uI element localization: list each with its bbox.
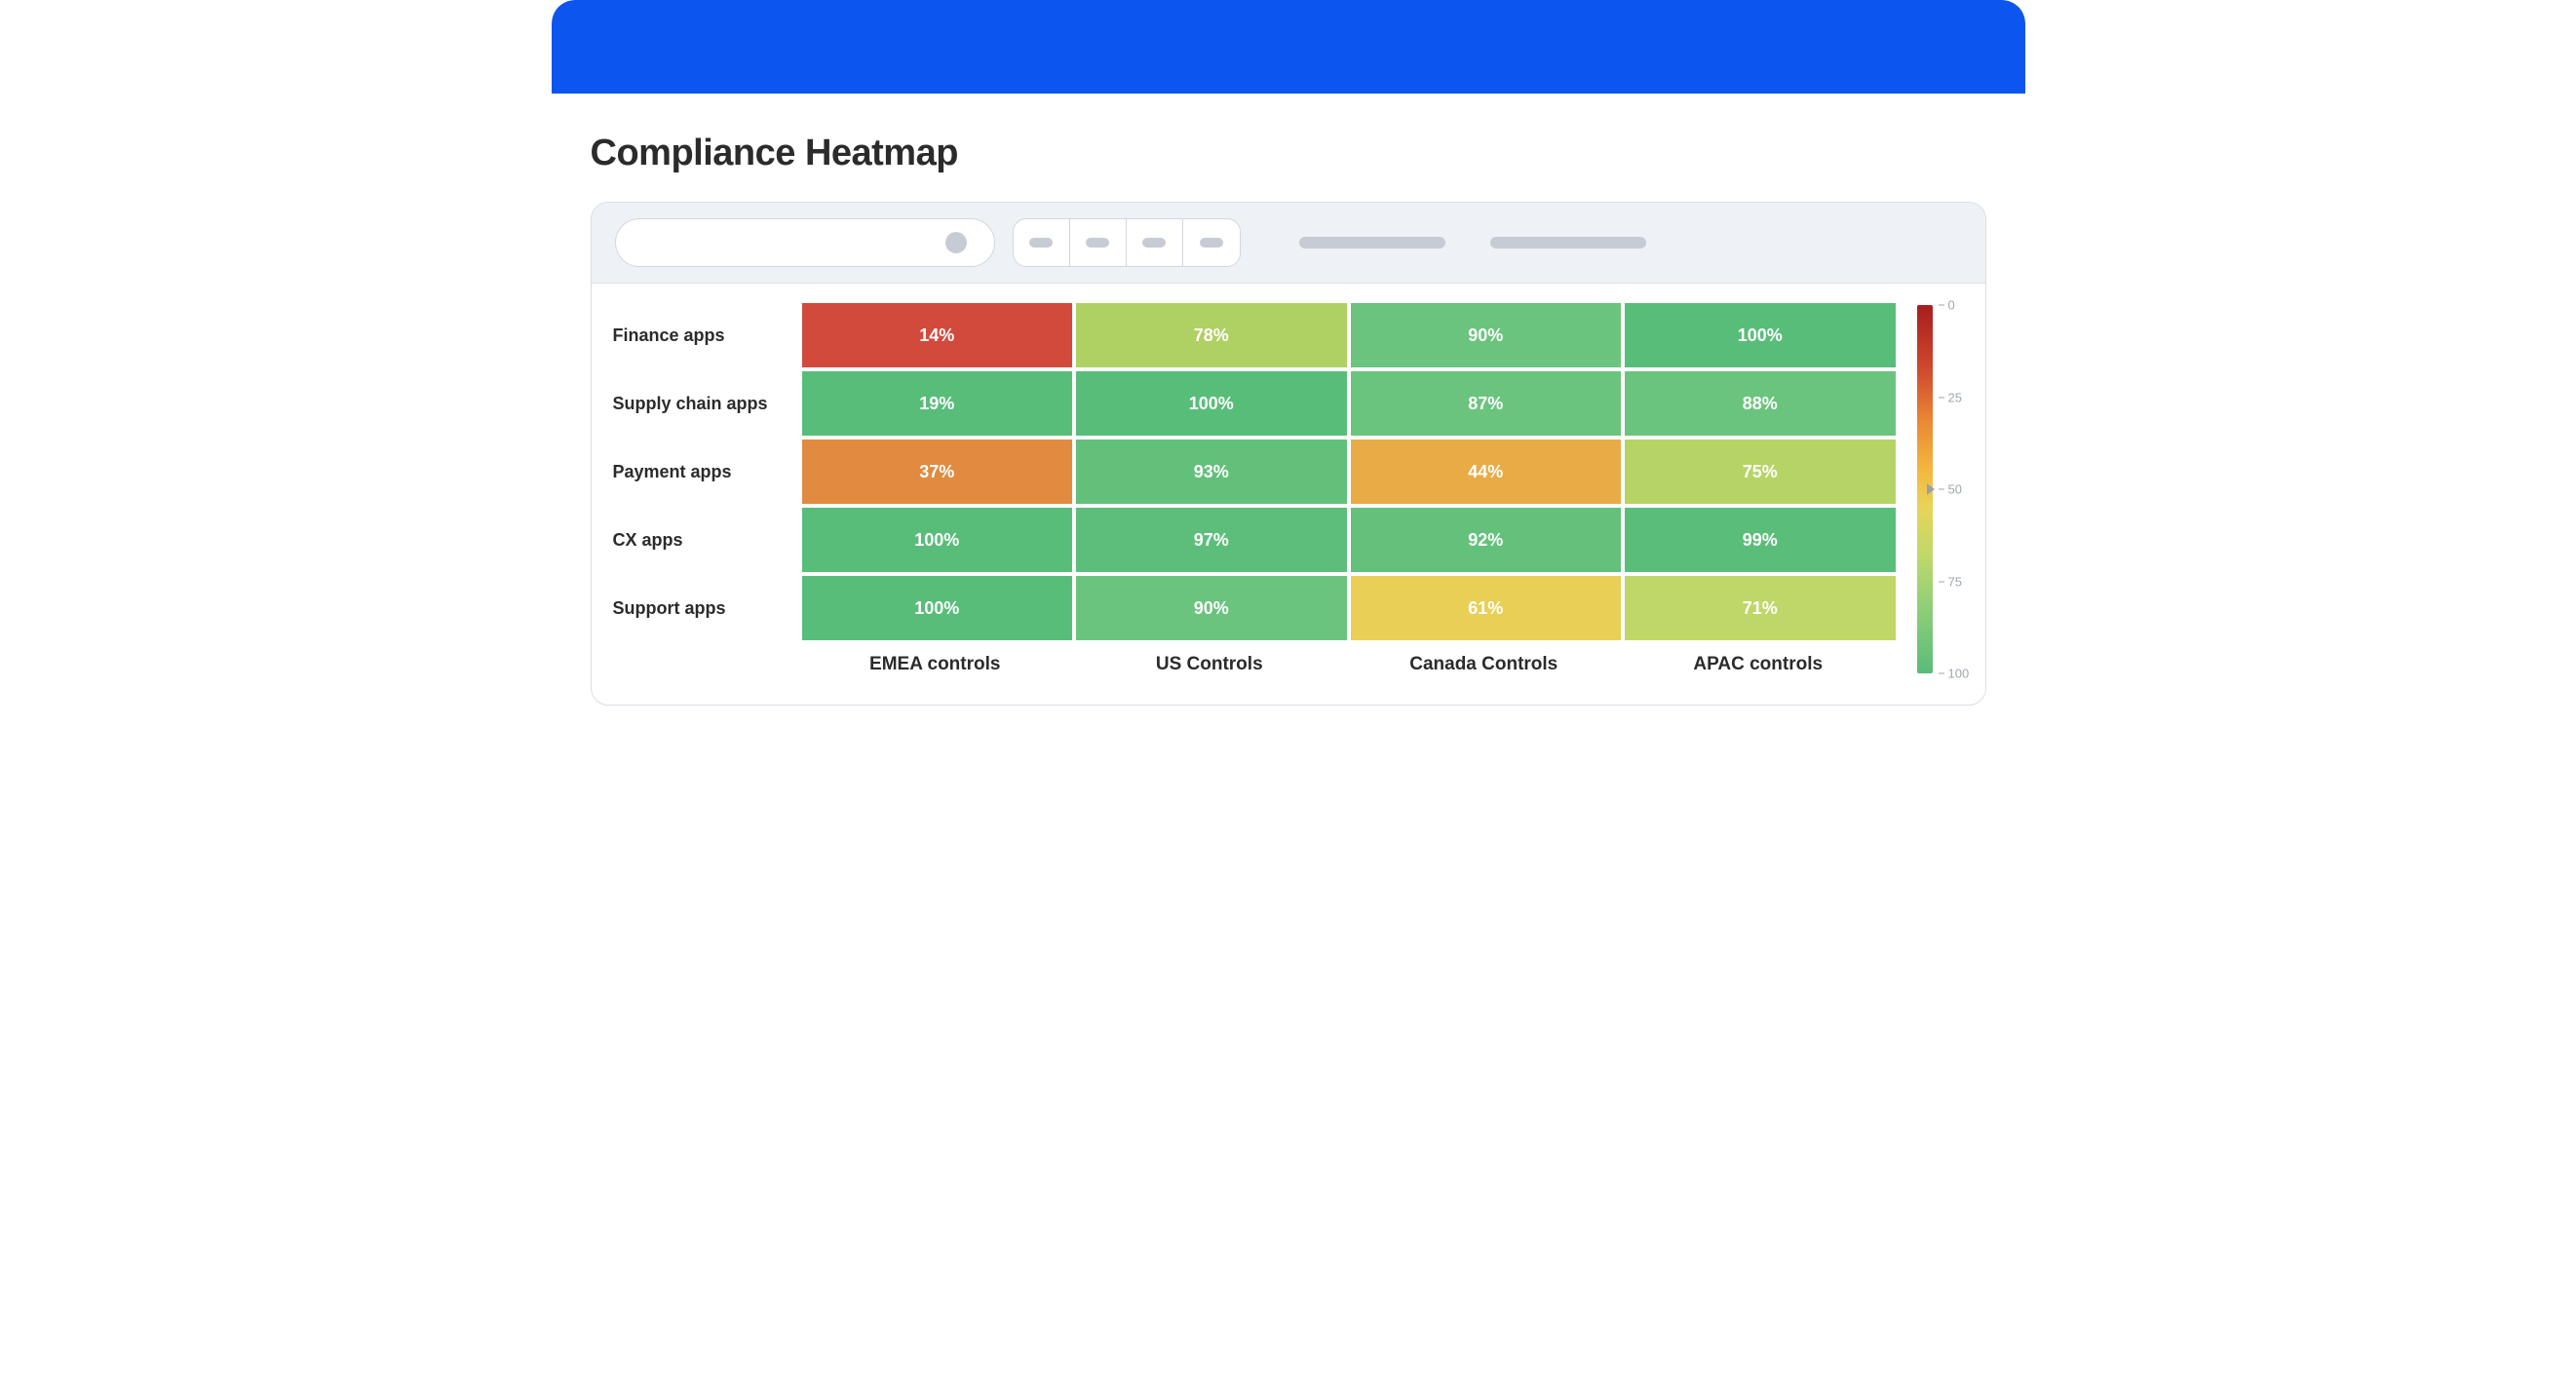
placeholder-icon [1142,238,1166,248]
legend-ticks: 0255075100 [1939,305,1964,673]
heatmap-cell[interactable]: 100% [802,508,1073,572]
view-toggle-4[interactable] [1183,219,1240,266]
heatmap-cell[interactable]: 100% [1076,371,1347,436]
toolbar-placeholder [1299,237,1445,249]
heatmap-cell[interactable]: 93% [1076,440,1347,504]
heatmap-cell[interactable]: 14% [802,303,1073,367]
placeholder-icon [1200,238,1223,248]
heatmap-cell[interactable]: 100% [802,576,1073,640]
heatmap-cell[interactable]: 44% [1351,440,1622,504]
heatmap-column-label: EMEA controls [798,654,1073,675]
heatmap-cell[interactable]: 78% [1076,303,1347,367]
heatmap-cell[interactable]: 90% [1076,576,1347,640]
heatmap-column-label: Canada Controls [1347,654,1622,675]
heatmap-row-label: Payment apps [613,440,798,504]
heatmap-cell[interactable]: 19% [802,371,1073,436]
heatmap-cell[interactable]: 87% [1351,371,1622,436]
view-toggle-group [1013,218,1241,267]
page-container: Compliance Heatmap Finance apps14%78%90%… [552,0,2025,735]
heatmap-row-label: Finance apps [613,303,798,367]
placeholder-icon [1086,238,1109,248]
legend-tick: 75 [1939,574,1962,589]
legend-tick: 50 [1939,482,1962,497]
top-banner [552,0,2025,94]
heatmap-card: Finance apps14%78%90%100%Supply chain ap… [591,202,1986,706]
view-toggle-1[interactable] [1014,219,1070,266]
view-toggle-3[interactable] [1127,219,1183,266]
heatmap-column-label: APAC controls [1621,654,1896,675]
heatmap-cell[interactable]: 100% [1625,303,1896,367]
legend-pointer-icon [1927,483,1935,495]
heatmap-row-label: Supply chain apps [613,371,798,436]
heatmap-column-label: US Controls [1072,654,1347,675]
heatmap-wrap: Finance apps14%78%90%100%Supply chain ap… [592,284,1985,705]
search-indicator-icon [945,232,967,253]
legend-tick: 25 [1939,390,1962,404]
heatmap-cell[interactable]: 75% [1625,440,1896,504]
heatmap-main: Finance apps14%78%90%100%Supply chain ap… [613,303,1896,675]
page-title: Compliance Heatmap [591,133,1986,174]
heatmap-cell[interactable]: 88% [1625,371,1896,436]
legend-tick: 100 [1939,667,1970,681]
heatmap-cell[interactable]: 61% [1351,576,1622,640]
heatmap-cell[interactable]: 37% [802,440,1073,504]
view-toggle-2[interactable] [1070,219,1127,266]
legend-tick: 0 [1939,298,1955,313]
heatmap-grid: Finance apps14%78%90%100%Supply chain ap… [613,303,1896,640]
toolbar [592,203,1985,284]
toolbar-placeholder [1490,237,1646,249]
content-area: Compliance Heatmap Finance apps14%78%90%… [552,94,2025,735]
heatmap-cell[interactable]: 90% [1351,303,1622,367]
heatmap-column-labels: EMEA controlsUS ControlsCanada ControlsA… [613,654,1896,675]
search-input[interactable] [615,218,995,267]
heatmap-cell[interactable]: 99% [1625,508,1896,572]
heatmap-cell[interactable]: 97% [1076,508,1347,572]
heatmap-cell[interactable]: 92% [1351,508,1622,572]
heatmap-row-label: Support apps [613,576,798,640]
heatmap-legend: 0255075100 [1917,303,1964,675]
heatmap-cell[interactable]: 71% [1625,576,1896,640]
heatmap-row-label: CX apps [613,508,798,572]
placeholder-icon [1029,238,1053,248]
